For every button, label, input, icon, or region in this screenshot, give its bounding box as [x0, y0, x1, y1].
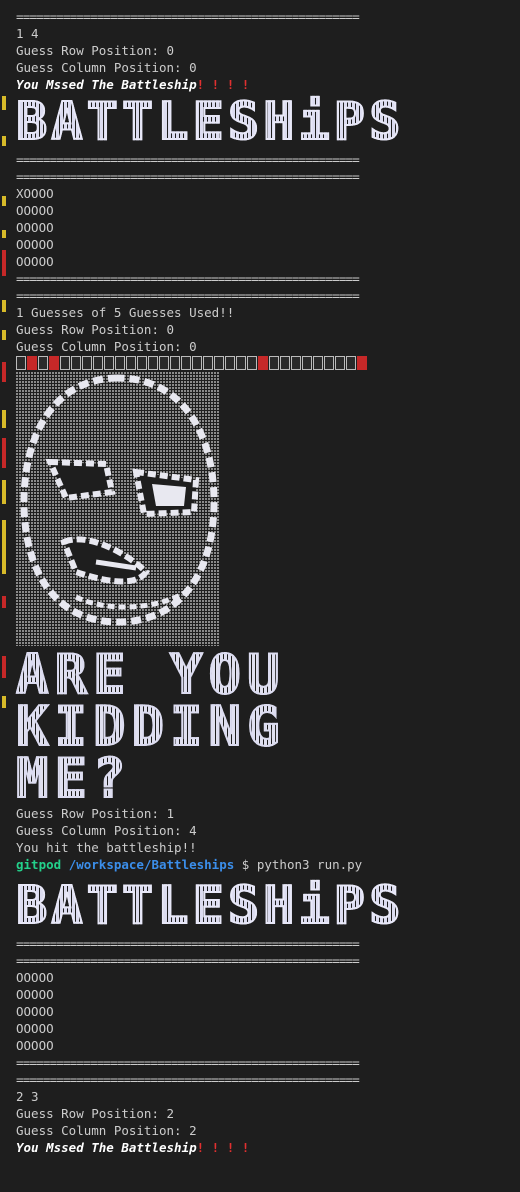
separator-rule: ========================================…: [16, 288, 360, 303]
board-row: OOOOO: [16, 987, 54, 1002]
guess-row-text: Guess Row Position: 2: [16, 1106, 175, 1121]
guess-row-text: Guess Row Position: 0: [16, 43, 175, 58]
gutter-marker: [2, 410, 6, 428]
guess-row-text: Guess Row Position: 0: [16, 322, 175, 337]
gutter-marker: [2, 250, 6, 276]
board-row: OOOOO: [16, 1004, 54, 1019]
kidding-line: KIDDING: [15, 699, 516, 755]
miss-message: You Mssed The Battleship! ! ! !: [16, 1139, 516, 1156]
guess-col-text: Guess Column Position: 0: [16, 60, 197, 75]
hit-message: You hit the battleship!!: [16, 840, 197, 855]
separator-rule: ========================================…: [16, 169, 360, 184]
editor-gutter: [0, 0, 10, 1192]
board-row: OOOOO: [16, 1021, 54, 1036]
guess-coords: 2 3: [16, 1089, 39, 1104]
banner-text: BATTLESHiPS: [15, 92, 405, 152]
guess-col-text: Guess Column Position: 4: [16, 823, 197, 838]
guesses-used-text: 1 Guesses of 5 Guesses Used!!: [16, 305, 235, 320]
gutter-marker: [2, 520, 6, 574]
board-row: OOOOO: [16, 203, 54, 218]
miss-bangs: ! ! ! !: [196, 1140, 250, 1155]
board-row: OOOOO: [16, 220, 54, 235]
board-row: OOOOO: [16, 254, 54, 269]
gutter-marker: [2, 330, 6, 340]
kidding-line: ARE YOU: [15, 647, 516, 703]
miss-text: You Mssed The Battleship: [16, 1140, 197, 1155]
board-row: OOOOO: [16, 237, 54, 252]
battleships-banner: BATTLESHiPS: [15, 876, 516, 936]
block-art-message: [16, 356, 516, 370]
separator-rule: ========================================…: [16, 1055, 360, 1070]
ascii-face-art: [16, 372, 220, 646]
gutter-marker: [2, 96, 6, 110]
separator-rule: ========================================…: [16, 953, 360, 968]
are-you-kidding-art: ARE YOU KIDDING ME?: [15, 647, 516, 807]
separator-rule: ========================================…: [16, 271, 360, 286]
guess-col-text: Guess Column Position: 2: [16, 1123, 197, 1138]
banner-text: BATTLESHiPS: [15, 876, 405, 936]
kidding-line: ME?: [15, 751, 516, 807]
guess-coords: 1 4: [16, 26, 39, 41]
gutter-marker: [2, 596, 6, 608]
board-row: OOOOO: [16, 970, 54, 985]
guess-row-text: Guess Row Position: 1: [16, 806, 175, 821]
gutter-marker: [2, 480, 6, 504]
prompt-user: gitpod: [16, 857, 62, 872]
guess-col-text: Guess Column Position: 0: [16, 339, 197, 354]
shell-prompt[interactable]: gitpod /workspace/Battleships $ python3 …: [16, 856, 516, 873]
separator-rule: ========================================…: [16, 936, 360, 951]
board-row: XOOOO: [16, 186, 54, 201]
prompt-path: /workspace/Battleships: [68, 857, 235, 872]
gutter-marker: [2, 362, 6, 382]
gutter-marker: [2, 196, 6, 206]
battleships-banner: BATTLESHiPS: [15, 92, 516, 152]
separator-rule: ========================================…: [16, 1072, 360, 1087]
terminal-output[interactable]: ========================================…: [15, 8, 516, 1156]
miss-text: You Mssed The Battleship: [16, 77, 197, 92]
gutter-marker: [2, 300, 6, 312]
separator-rule: ========================================…: [16, 152, 360, 167]
gutter-marker: [2, 438, 6, 468]
miss-message: You Mssed The Battleship! ! ! !: [16, 76, 516, 93]
miss-bangs: ! ! ! !: [196, 77, 250, 92]
separator-rule: ========================================…: [16, 9, 360, 24]
gutter-marker: [2, 656, 6, 678]
gutter-marker: [2, 696, 6, 708]
prompt-command: $ python3 run.py: [241, 857, 363, 872]
gutter-marker: [2, 136, 6, 146]
gutter-marker: [2, 230, 6, 238]
board-row: OOOOO: [16, 1038, 54, 1053]
